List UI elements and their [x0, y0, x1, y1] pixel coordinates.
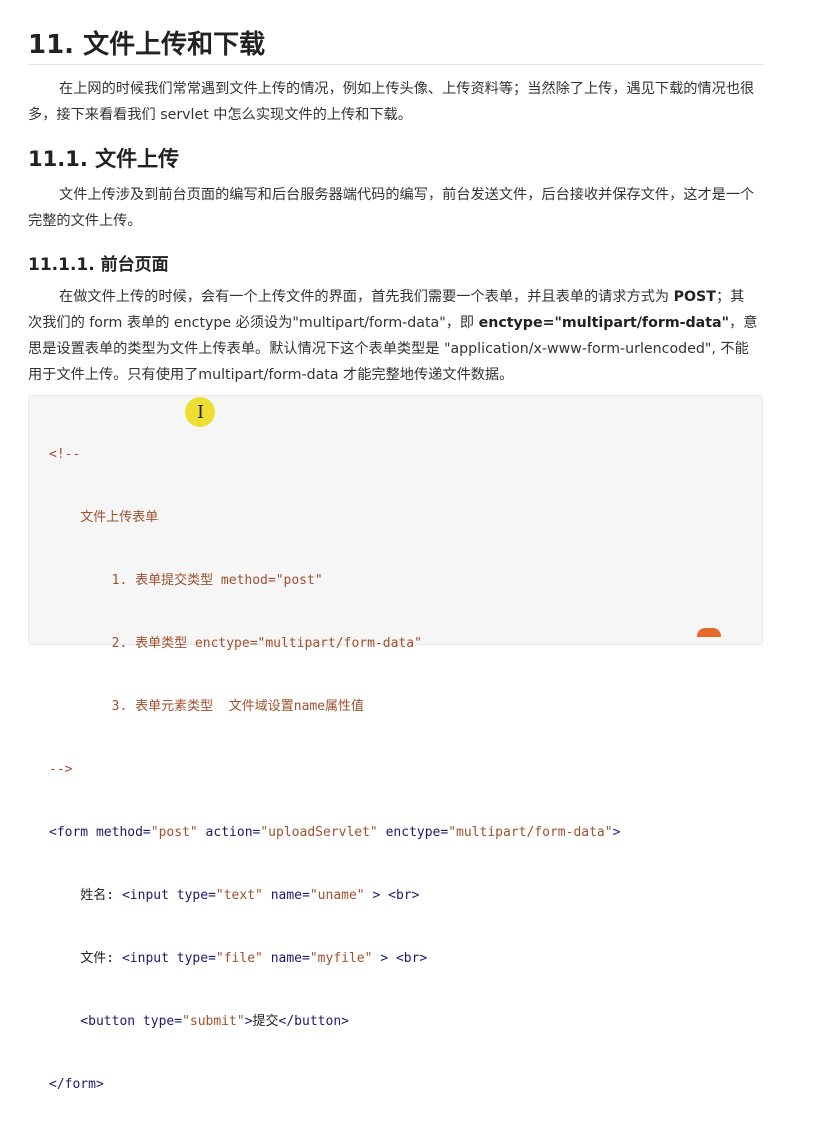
code-line: --> [49, 762, 73, 777]
code-token: 姓名: [49, 888, 122, 903]
code-token: "uname" [309, 888, 365, 903]
floating-widget-edge[interactable] [697, 628, 721, 637]
code-line: 3. 表单元素类型 文件域设置name属性值 [49, 699, 365, 714]
code-token: <input [121, 951, 177, 966]
code-token: "uploadServlet" [260, 825, 378, 840]
frontend-description: 在做文件上传的时候，会有一个上传文件的界面，首先我们需要一个表单，并且表单的请求… [28, 284, 758, 388]
code-token: action= [197, 825, 261, 840]
code-line: 文件上传表单 [49, 510, 159, 525]
code-token: enctype= [377, 825, 449, 840]
enctype-keyword: enctype="multipart/form-data" [478, 315, 729, 331]
code-line: 姓名: <input type="text" name="uname" > <b… [49, 885, 620, 906]
code-token: name= [262, 888, 310, 903]
code-block: <!-- 文件上传表单 1. 表单提交类型 method="post" 2. 表… [28, 395, 763, 1092]
code-token: "text" [215, 888, 263, 903]
code-token: type= [176, 951, 216, 966]
code-token: "post" [150, 825, 198, 840]
section-heading-11-1: 11.1. 文件上传 [28, 147, 180, 171]
code-token: "myfile" [309, 951, 373, 966]
code-line: </form> [49, 1077, 104, 1092]
code-token: type= [142, 1014, 183, 1029]
section-heading-11: 11. 文件上传和下载 [28, 0, 764, 65]
code-token: > <br> [364, 888, 420, 903]
code-token: "multipart/form-data" [448, 825, 613, 840]
code-line: 1. 表单提交类型 method="post" [49, 573, 323, 588]
code-token: "submit" [182, 1014, 245, 1029]
code-token: <input [121, 888, 177, 903]
code-token: method= [95, 825, 151, 840]
code-token: > [612, 825, 621, 840]
code-token: <button [49, 1014, 143, 1029]
code-token: 文件: [49, 951, 122, 966]
code-token: "file" [215, 951, 263, 966]
post-keyword: POST [673, 289, 716, 305]
code-line: 2. 表单类型 enctype="multipart/form-data" [49, 636, 422, 651]
code-line: <form method="post" action="uploadServle… [49, 822, 620, 843]
frontend-text-1: 在做文件上传的时候，会有一个上传文件的界面，首先我们需要一个表单，并且表单的请求… [59, 289, 674, 305]
code-line: 文件: <input type="file" name="myfile" > <… [49, 948, 620, 969]
code-token: type= [176, 888, 216, 903]
code-token: 提交 [252, 1014, 279, 1029]
section-heading-11-1-1: 11.1.1. 前台页面 [28, 255, 169, 275]
code-token: > [244, 1014, 253, 1029]
code-token: <form [49, 825, 96, 840]
code-line: <button type="submit">提交</button> [49, 1011, 620, 1032]
intro-paragraph: 在上网的时候我们常常遇到文件上传的情况，例如上传头像、上传资料等；当然除了上传，… [28, 81, 755, 123]
document-content: 11. 文件上传和下载 在上网的时候我们常常遇到文件上传的情况，例如上传头像、上… [28, 0, 764, 383]
code-token: </button> [278, 1014, 349, 1029]
code-line: <!-- [49, 447, 81, 462]
code-token: > <br> [372, 951, 428, 966]
code-token: name= [262, 951, 310, 966]
upload-description: 文件上传涉及到前台页面的编写和后台服务器端代码的编写，前台发送文件，后台接收并保… [28, 187, 755, 229]
text-cursor-icon: I [197, 402, 205, 423]
